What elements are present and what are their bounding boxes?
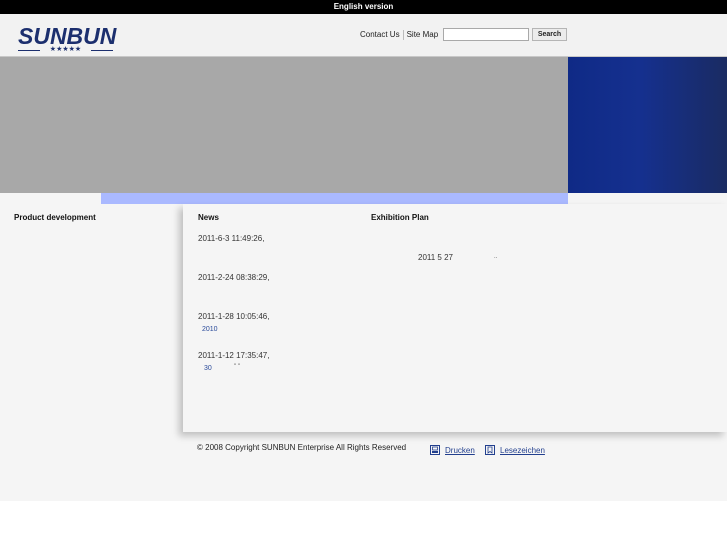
news-item-link[interactable]: 2010 <box>202 326 218 333</box>
news-item-date: 2011-1-28 10:05:46, <box>198 312 270 321</box>
print-icon <box>430 445 440 455</box>
top-bar: English version <box>0 0 727 14</box>
bookmark-icon <box>485 445 495 455</box>
search-button[interactable]: Search <box>532 28 567 41</box>
logo-wordmark: SUNBUN <box>18 23 117 49</box>
news-item-date: 2011-6-3 11:49:26, <box>198 234 265 243</box>
copyright-text: © 2008 Copyright SUNBUN Enterprise All R… <box>197 443 407 452</box>
header: SUNBUN ★★★★★ Contact Us Site Map Search <box>0 14 727 57</box>
news-item-date: 2011-2-24 08:38:29, <box>198 273 270 282</box>
sunbun-logo[interactable]: SUNBUN ★★★★★ <box>18 23 117 54</box>
logo-stars: ★★★★★ <box>18 46 113 54</box>
news-item-link[interactable]: 30 <box>204 365 212 372</box>
exhibition-plan-heading: Exhibition Plan <box>371 213 429 222</box>
banner-image-placeholder <box>0 57 568 193</box>
product-development-heading[interactable]: Product development <box>14 213 96 222</box>
search-input[interactable] <box>443 28 529 41</box>
banner-blue-panel <box>568 57 727 193</box>
news-item-marks: " " <box>234 364 240 370</box>
site-map-link[interactable]: Site Map <box>404 29 442 41</box>
banner-blue-strip <box>101 193 568 204</box>
bookmark-link-label: Lesezeichen <box>500 445 545 455</box>
exhibition-trail: .. <box>494 254 498 260</box>
print-link[interactable]: Drucken <box>430 445 475 455</box>
english-version-link[interactable]: English version <box>334 2 394 11</box>
header-links: Contact Us Site Map <box>357 29 441 41</box>
exhibition-date: 2011 5 27 <box>418 253 453 262</box>
bookmark-link[interactable]: Lesezeichen <box>485 445 545 455</box>
news-item-date: 2011-1-12 17:35:47, <box>198 351 270 360</box>
news-heading: News <box>198 213 219 222</box>
contact-us-link[interactable]: Contact Us <box>357 29 403 41</box>
print-link-label: Drucken <box>445 445 475 455</box>
